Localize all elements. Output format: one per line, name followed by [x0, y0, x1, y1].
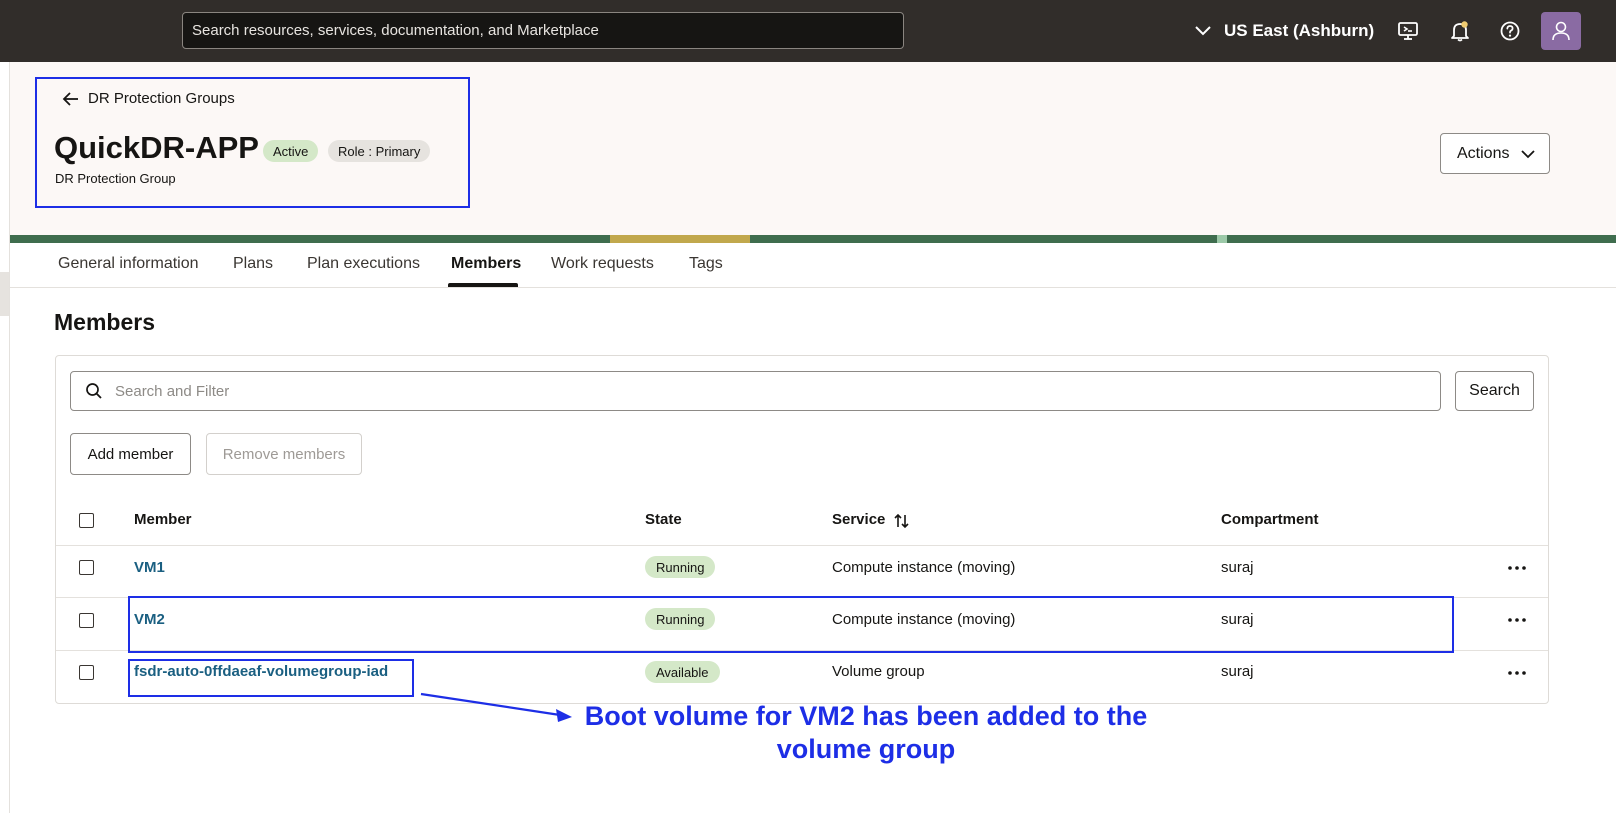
region-label: US East (Ashburn) [1224, 21, 1375, 40]
row-divider [56, 545, 1548, 546]
state-badge: Available [645, 661, 720, 683]
more-actions-icon[interactable] [1507, 565, 1527, 571]
actions-button-label: Actions [1457, 144, 1510, 162]
user-icon [1552, 21, 1570, 41]
annotation-box-vm2 [128, 596, 1454, 653]
tab-members[interactable]: Members [451, 255, 521, 273]
annotation-box-header [35, 77, 470, 208]
tab-bar: General information Plans Plan execution… [10, 243, 1616, 288]
row-checkbox[interactable] [79, 560, 94, 575]
search-filter-placeholder: Search and Filter [115, 382, 230, 400]
member-link[interactable]: VM1 [134, 559, 165, 576]
column-header-service[interactable]: Service [832, 511, 885, 528]
service-cell: Volume group [832, 663, 925, 680]
search-filter-input[interactable]: Search and Filter [70, 371, 1441, 411]
help-icon[interactable] [1498, 19, 1522, 43]
column-header-member: Member [134, 511, 192, 528]
more-actions-icon[interactable] [1507, 670, 1527, 676]
compartment-cell: suraj [1221, 559, 1254, 576]
bell-icon[interactable] [1448, 19, 1472, 43]
side-panel-toggle[interactable] [0, 272, 9, 316]
service-cell: Compute instance (moving) [832, 559, 1016, 576]
add-member-button[interactable]: Add member [70, 433, 191, 475]
search-button[interactable]: Search [1455, 371, 1534, 411]
select-all-checkbox[interactable] [79, 513, 94, 528]
chevron-down-icon [1195, 26, 1211, 36]
annotation-line-1: Boot volume for VM2 has been added to th… [584, 701, 1148, 731]
tab-tags[interactable]: Tags [689, 255, 723, 273]
global-search-input[interactable]: Search resources, services, documentatio… [182, 12, 904, 49]
annotation-text: Boot volume for VM2 has been added to th… [560, 700, 1172, 766]
user-avatar[interactable] [1541, 12, 1581, 50]
remove-members-button[interactable]: Remove members [206, 433, 362, 475]
annotation-line-2: volume group [776, 734, 956, 764]
row-checkbox[interactable] [79, 665, 94, 680]
tab-plans[interactable]: Plans [233, 255, 273, 273]
tab-plan-executions[interactable]: Plan executions [307, 255, 420, 273]
active-tab-indicator [448, 283, 518, 287]
sort-icon[interactable] [893, 512, 911, 530]
tab-general-information[interactable]: General information [58, 255, 199, 273]
row-checkbox[interactable] [79, 613, 94, 628]
search-icon [86, 383, 102, 399]
region-selector[interactable]: US East (Ashburn) [1194, 18, 1374, 44]
decorative-banner [10, 235, 1616, 243]
chevron-down-icon [1521, 150, 1535, 159]
annotation-box-volume-group [128, 659, 414, 697]
top-navigation-bar: Search resources, services, documentatio… [0, 0, 1616, 62]
more-actions-icon[interactable] [1507, 617, 1527, 623]
actions-button[interactable]: Actions [1440, 133, 1550, 174]
cloud-shell-icon[interactable] [1396, 19, 1420, 43]
compartment-cell: suraj [1221, 663, 1254, 680]
column-header-state: State [645, 511, 682, 528]
section-title: Members [54, 309, 155, 335]
state-badge: Running [645, 556, 716, 578]
left-rail [0, 62, 10, 813]
column-header-compartment: Compartment [1221, 511, 1319, 528]
tab-work-requests[interactable]: Work requests [551, 255, 654, 273]
